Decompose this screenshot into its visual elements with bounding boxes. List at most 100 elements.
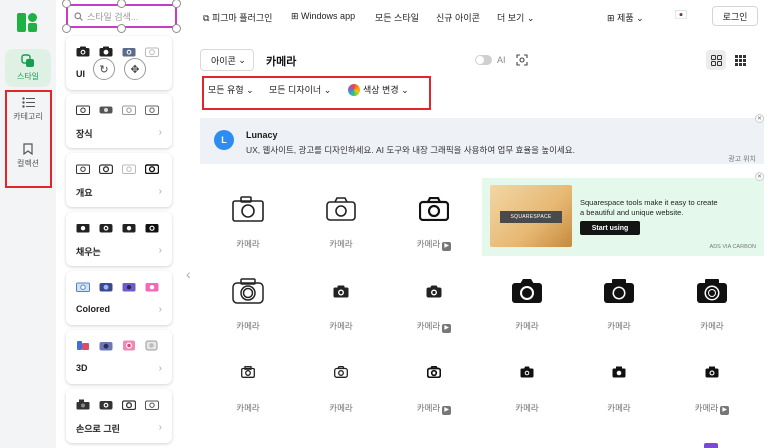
icon-result-card[interactable]: 카메라 [295,274,387,344]
icon-result-card[interactable]: 카메라 [295,356,387,426]
style-card-outline[interactable]: 개요 › [66,153,172,207]
camera-icon [123,340,135,351]
style-card-filled[interactable]: 채우는 › [66,212,172,266]
camera-icon [333,285,349,298]
icon-label: 카메라 [329,321,353,331]
style-card-hand-drawn[interactable]: 손으로 그린 › [66,389,172,443]
move-icon[interactable]: ✥ [124,58,146,80]
style-card-name: 장식 [76,129,93,139]
start-using-button[interactable]: Start using [580,221,640,235]
camera-icon [512,279,542,303]
icon-result-card[interactable]: 카메라 [202,356,294,426]
icon-result-card[interactable]: 카메라 [481,356,573,426]
nav-link-windows[interactable]: ⊞ Windows app [291,11,355,22]
style-card-ui[interactable]: UI ↻ ✥ [66,36,172,90]
image-search-icon[interactable] [516,54,528,66]
style-preview-icons [76,222,159,233]
left-rail: 스타일 카테고리 컬렉션 [0,0,56,448]
nav-link-all-styles[interactable]: 모든 스타일 [375,11,419,24]
resize-handle-icon[interactable] [117,24,126,33]
chevron-right-icon: › [158,245,162,256]
icon-result-card[interactable]: 카메라 ▶ [388,356,480,426]
search-type-value: 아이콘 [211,55,236,66]
close-icon[interactable]: ✕ [755,114,764,123]
ai-label: AI [497,55,506,65]
icon-result-card[interactable]: 카메라 [295,192,387,262]
style-preview-icons [76,399,159,410]
carbon-ad-text: Squarespace tools make it easy to create… [580,198,718,217]
nav-link-more[interactable]: 더 보기 ⌄ [497,11,534,24]
camera-icon [76,46,90,57]
icon-label: 카메라 [329,403,353,413]
nav-link-products[interactable]: ⊞ 제품 ⌄ [607,11,644,24]
style-preview-icons [76,163,159,174]
play-icon: ▶ [442,406,452,415]
camera-icon [122,164,136,174]
ad-footer: 광고 위치 [728,156,756,163]
camera-icon [232,196,264,222]
rail-label-styles: 스타일 [16,72,40,81]
style-card-decorative[interactable]: 장식 › [66,94,172,148]
play-icon: ▶ [442,324,452,333]
camera-icon [326,197,356,221]
camera-icon [99,106,113,114]
camera-icon [99,164,113,174]
top-navigation: ⧉ 피그마 플러그인 ⊞ Windows app 모든 스타일 신규 아이콘 더… [200,0,768,34]
ad-image: SQUARESPACE [490,185,572,247]
camera-icon [99,224,113,233]
camera-icon [77,341,89,350]
style-card-3d[interactable]: 3D › [66,330,172,384]
camera-icon [145,164,159,174]
view-large-grid-button[interactable] [706,50,726,70]
search-query-input[interactable]: 카메라 [266,53,296,69]
chevron-right-icon: › [158,422,162,433]
rail-item-styles[interactable]: 스타일 [5,49,51,87]
ad-title: Lunacy [246,130,278,140]
view-small-grid-button[interactable] [730,50,750,70]
icons8-logo-icon[interactable] [17,13,37,32]
resize-handle-icon[interactable] [172,24,181,33]
collapse-panel-icon[interactable]: ‹ [186,266,191,282]
icon-label: 카메라 [236,239,260,249]
rotate-icon[interactable]: ↻ [93,58,115,80]
icon-result-card[interactable]: 카메라 ▶ [388,192,480,262]
icon-result-card[interactable]: 카메라 [573,274,665,344]
icon-result-card[interactable]: 카메라 [202,274,294,344]
play-icon: ▶ [442,242,452,251]
chevron-down-icon: ⌄ [235,54,246,65]
carbon-ad[interactable]: SQUARESPACE Squarespace tools make it ea… [482,178,764,256]
korea-flag-icon[interactable] [675,10,687,19]
icon-result-card[interactable]: 카메라 ▶ [666,356,758,426]
style-card-colored[interactable]: Colored › [66,271,172,325]
camera-icon [99,46,113,57]
camera-icon [145,105,159,115]
close-icon[interactable]: ✕ [755,172,764,181]
carbon-ad-footer: ADS VIA CARBON [709,244,756,250]
nav-link-new-icons[interactable]: 신규 아이콘 [436,11,480,24]
nav-link-figma[interactable]: ⧉ 피그마 플러그인 [203,11,272,24]
resize-handle-icon[interactable] [172,0,181,8]
search-type-select[interactable]: 아이콘 ⌄ [200,49,254,71]
icon-result-card[interactable]: 카메라 [481,274,573,344]
search-icon [74,11,83,21]
login-button[interactable]: 로그인 [712,6,758,26]
grid-small-icon [734,54,746,66]
resize-handle-icon[interactable] [62,24,71,33]
camera-icon [604,279,634,303]
camera-icon [99,283,113,292]
camera-icon [122,48,136,57]
camera-icon [145,400,159,410]
ai-toggle[interactable] [475,55,492,65]
style-card-name: UI [76,69,85,79]
lunacy-ad-banner[interactable]: L Lunacy UX, 웹사이트, 광고를 디자인하세요. AI 도구와 내장… [200,118,764,164]
camera-icon [241,366,255,378]
icon-result-card[interactable]: 카메라 [666,274,758,344]
camera-icon [334,366,348,378]
chevron-right-icon: › [158,186,162,197]
chevron-right-icon: › [158,304,162,315]
icon-label: 카메라 ▶ [666,402,758,415]
icon-result-card[interactable]: 카메라 [573,356,665,426]
camera-icon [76,105,90,115]
icon-result-card[interactable]: 카메라 [202,192,294,262]
icon-result-card[interactable]: 카메라 ▶ [388,274,480,344]
